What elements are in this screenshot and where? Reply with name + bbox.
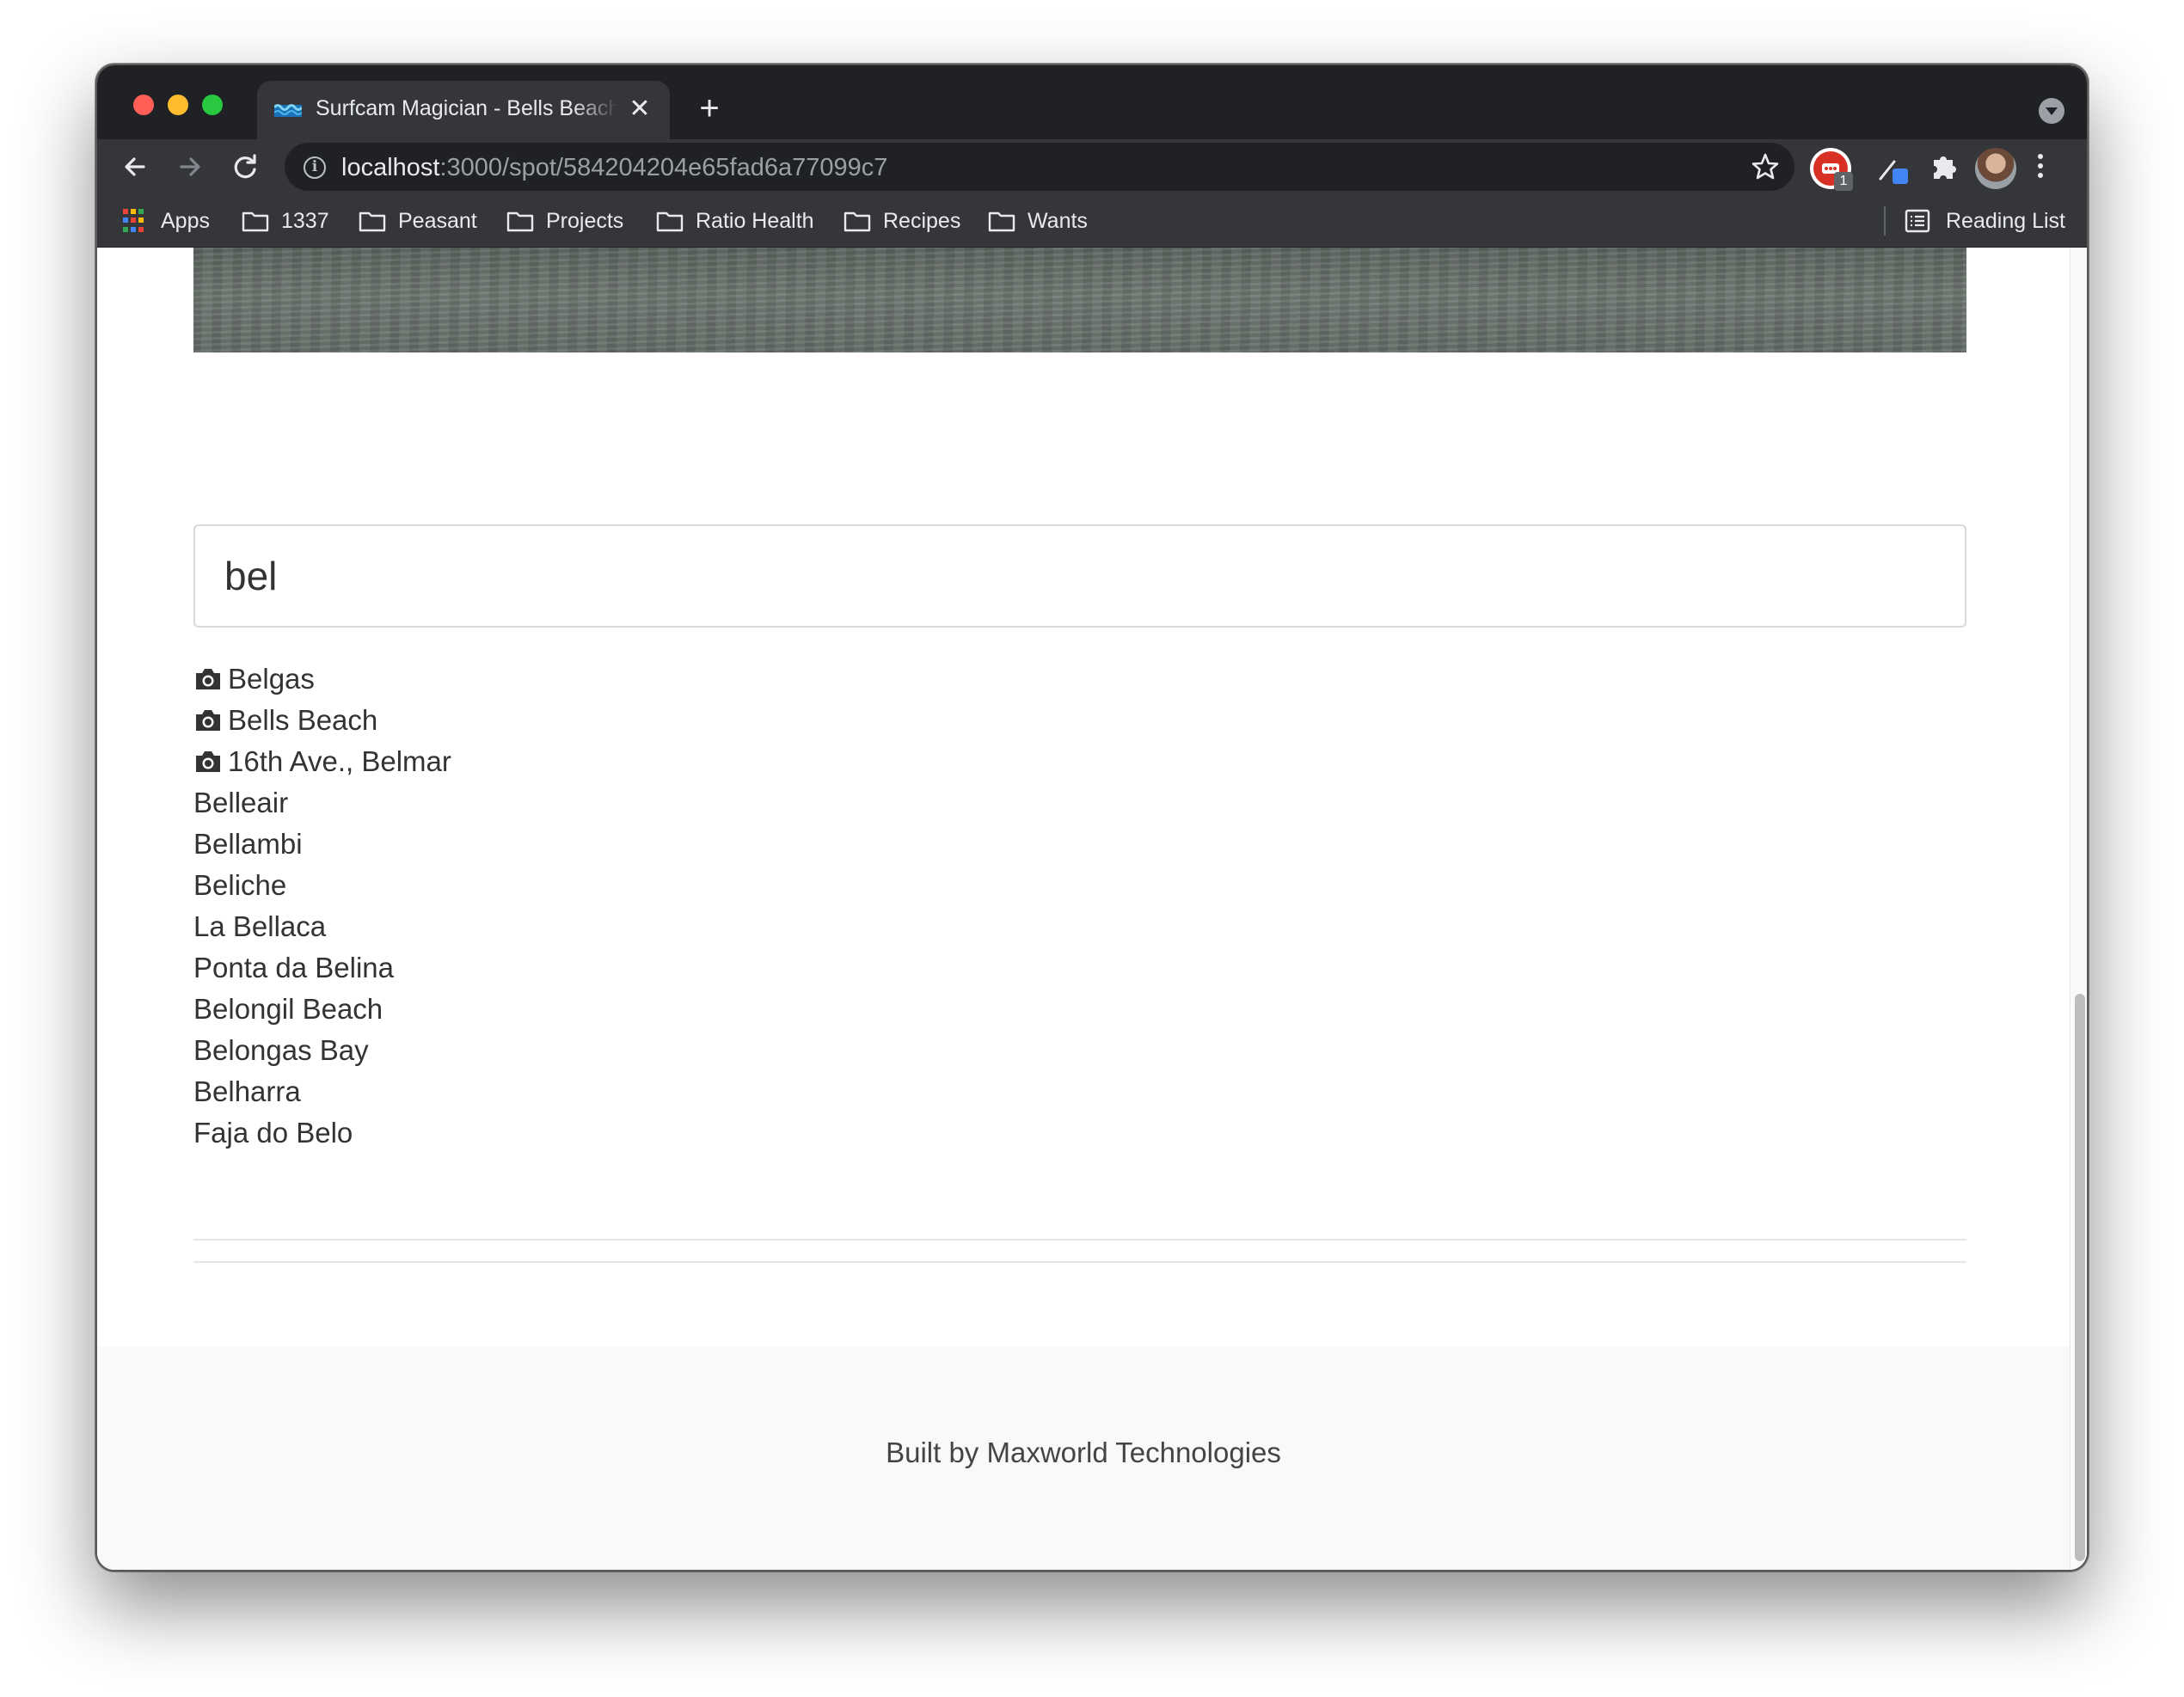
extension-badge: 1 — [1834, 172, 1853, 191]
profile-avatar[interactable] — [1975, 148, 2016, 189]
minimize-window-button[interactable] — [168, 95, 188, 115]
camera-icon — [196, 710, 220, 731]
result-item[interactable]: Belleair — [193, 782, 1966, 824]
result-label: Bells Beach — [228, 704, 378, 736]
page-content: Belgas Bells Beach 16th Ave., Belmar Bel… — [97, 248, 2070, 1570]
result-label: 16th Ave., Belmar — [228, 745, 451, 777]
new-tab-button[interactable]: + — [690, 89, 728, 127]
spot-search-input[interactable] — [193, 524, 1966, 628]
browser-window: Surfcam Magician - Bells Beach ✕ + i loc… — [95, 64, 2089, 1571]
folder-icon — [359, 211, 386, 232]
eyedropper-extension-icon[interactable] — [1874, 150, 1911, 187]
bookmark-label: Apps — [161, 208, 210, 233]
address-bar[interactable]: i localhost:3000/spot/584204204e65fad6a7… — [285, 143, 1794, 191]
result-item[interactable]: Belongas Bay — [193, 1030, 1966, 1071]
result-label: Belharra — [193, 1075, 301, 1107]
url-path: :3000/spot/584204204e65fad6a77099c7 — [439, 154, 888, 181]
result-label: La Bellaca — [193, 910, 327, 942]
bookmark-label: Wants — [1028, 208, 1088, 233]
url-host: localhost — [341, 154, 440, 181]
page-scrollbar[interactable] — [2070, 248, 2087, 1570]
bookmark-label: Ratio Health — [696, 208, 814, 233]
bookmark-label: 1337 — [281, 208, 329, 233]
bookmark-apps[interactable]: Apps — [123, 206, 210, 236]
bookmark-label: Recipes — [883, 208, 961, 233]
folder-icon — [506, 211, 534, 232]
forward-arrow-icon[interactable] — [171, 148, 209, 186]
folder-icon — [844, 211, 871, 232]
close-tab-icon[interactable]: ✕ — [625, 95, 654, 124]
close-window-button[interactable] — [133, 95, 154, 115]
bookmark-star-icon[interactable] — [1750, 151, 1781, 182]
result-label: Belongil Beach — [193, 993, 383, 1025]
result-item[interactable]: Ponta da Belina — [193, 947, 1966, 989]
result-label: Faja do Belo — [193, 1117, 353, 1149]
extensions-puzzle-icon[interactable] — [1927, 150, 1961, 184]
reading-list-icon — [1905, 209, 1930, 233]
scrollbar-thumb[interactable] — [2075, 994, 2085, 1561]
bookmark-label: Projects — [546, 208, 624, 233]
extension-red-icon[interactable]: 1 — [1810, 148, 1853, 191]
tab-strip: Surfcam Magician - Bells Beach ✕ + — [97, 65, 2087, 139]
result-label: Ponta da Belina — [193, 952, 395, 983]
bookmark-folder-projects[interactable]: Projects — [506, 206, 623, 236]
surfcam-video-frame[interactable] — [193, 248, 1966, 352]
tab-search-button[interactable] — [2039, 98, 2064, 124]
camera-icon — [196, 751, 220, 772]
result-label: Beliche — [193, 869, 287, 901]
folder-icon — [988, 211, 1015, 232]
bookmark-folder-wants[interactable]: Wants — [988, 206, 1088, 236]
reload-icon[interactable] — [226, 148, 264, 186]
bookmark-folder-peasant[interactable]: Peasant — [359, 206, 477, 236]
site-info-icon[interactable]: i — [304, 156, 326, 179]
camera-icon — [196, 669, 220, 689]
result-label: Belgas — [228, 663, 315, 695]
content-divider — [193, 1239, 1966, 1263]
url-text[interactable]: localhost:3000/spot/584204204e65fad6a770… — [341, 154, 887, 182]
search-results-list: Belgas Bells Beach 16th Ave., Belmar Bel… — [193, 659, 1966, 1154]
result-item[interactable]: Faja do Belo — [193, 1112, 1966, 1154]
bookmark-folder-ratio-health[interactable]: Ratio Health — [656, 206, 814, 236]
result-label: Bellambi — [193, 828, 303, 860]
tab-surfcam[interactable]: Surfcam Magician - Bells Beach ✕ — [257, 81, 670, 139]
tab-title: Surfcam Magician - Bells Beach — [316, 96, 618, 120]
reading-list-label: Reading List — [1946, 208, 2065, 233]
result-item[interactable]: Belongil Beach — [193, 989, 1966, 1030]
page-footer: Built by Maxworld Technologies — [97, 1346, 2070, 1570]
result-item[interactable]: Beliche — [193, 865, 1966, 906]
apps-grid-icon — [123, 209, 147, 233]
browser-toolbar: i localhost:3000/spot/584204204e65fad6a7… — [97, 139, 2087, 194]
result-label: Belleair — [193, 787, 289, 818]
result-item[interactable]: Belgas — [193, 659, 1966, 700]
result-label: Belongas Bay — [193, 1034, 369, 1066]
wave-icon — [274, 104, 302, 117]
result-item[interactable]: 16th Ave., Belmar — [193, 741, 1966, 782]
result-item[interactable]: Bells Beach — [193, 700, 1966, 741]
bookmarks-divider — [1884, 206, 1886, 236]
result-item[interactable]: La Bellaca — [193, 906, 1966, 947]
folder-icon — [656, 211, 684, 232]
result-item[interactable]: Bellambi — [193, 824, 1966, 865]
bookmark-folder-recipes[interactable]: Recipes — [844, 206, 960, 236]
browser-menu-icon[interactable] — [2035, 151, 2046, 182]
bookmarks-bar: Apps 1337 Peasant Projects Ratio Health … — [97, 194, 2087, 248]
bookmark-label: Peasant — [398, 208, 477, 233]
reading-list-button[interactable]: Reading List — [1905, 206, 2065, 236]
bookmark-folder-1337[interactable]: 1337 — [242, 206, 329, 236]
result-item[interactable]: Belharra — [193, 1071, 1966, 1112]
footer-credit: Built by Maxworld Technologies — [886, 1437, 1281, 1468]
folder-icon — [242, 211, 269, 232]
maximize-window-button[interactable] — [202, 95, 223, 115]
back-arrow-icon[interactable] — [116, 148, 154, 186]
